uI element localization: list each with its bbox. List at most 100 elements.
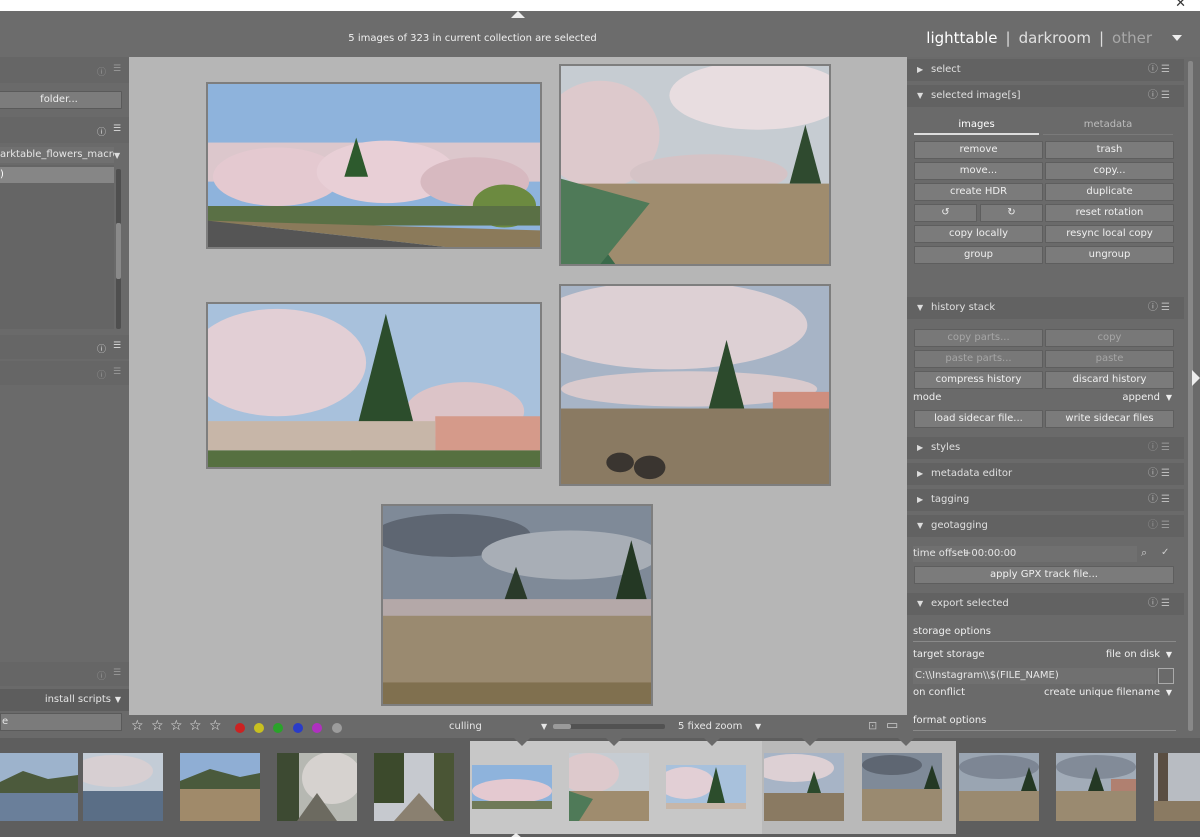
styles-module-header[interactable]: ▶ styles ⓘ ☰ — [907, 437, 1184, 459]
star-icon[interactable]: ☆ — [170, 718, 183, 734]
image-thumbnail[interactable] — [559, 284, 831, 486]
filmstrip-thumbnail[interactable] — [1056, 753, 1136, 821]
filmstrip-thumbnail[interactable] — [1154, 753, 1200, 821]
presets-icon[interactable]: ☰ — [113, 668, 121, 678]
display-profile-icon[interactable]: ▭ — [886, 718, 898, 733]
time-offset-field[interactable]: time offset +00:00:00 — [913, 546, 1137, 562]
filmstrip-thumbnail[interactable] — [472, 753, 552, 821]
paste-parts-button[interactable]: paste parts... — [914, 350, 1043, 368]
star-icon[interactable]: ☆ — [209, 718, 222, 734]
write-sidecar-button[interactable]: write sidecar files — [1045, 410, 1174, 428]
scrollbar-thumb[interactable] — [116, 223, 121, 279]
paste-button[interactable]: paste — [1045, 350, 1174, 368]
reset-icon[interactable]: ⓘ — [97, 342, 106, 355]
group-button[interactable]: group — [914, 246, 1043, 264]
collapse-filmstrip-icon[interactable] — [510, 833, 522, 837]
image-thumbnail[interactable] — [206, 302, 542, 469]
color-label-gray[interactable] — [332, 723, 342, 733]
duplicate-button[interactable]: duplicate — [1045, 183, 1174, 201]
filmstrip-thumbnail[interactable] — [180, 753, 260, 821]
chevron-down-icon[interactable]: ▼ — [114, 151, 120, 160]
export-module-header[interactable]: ▼ export selected ⓘ ☰ — [907, 593, 1184, 615]
filmstrip-thumbnail[interactable] — [959, 753, 1039, 821]
chevron-down-icon[interactable]: ▼ — [755, 722, 761, 731]
chevron-down-icon[interactable]: ▼ — [1166, 650, 1172, 659]
filmstrip-thumbnail[interactable] — [862, 753, 942, 821]
on-conflict-dropdown[interactable]: create unique filename — [1044, 687, 1160, 698]
search-icon[interactable]: ⌕ — [1141, 546, 1147, 560]
filmstrip-thumbnail[interactable] — [374, 753, 454, 821]
install-scripts-label[interactable]: install scripts — [45, 694, 111, 705]
reset-presets-icons[interactable]: ⓘ ☰ — [1148, 437, 1170, 459]
zoom-dropdown[interactable]: 5 fixed zoom — [678, 721, 742, 732]
history-stack-module-header[interactable]: ▼ history stack ⓘ ☰ — [907, 297, 1184, 319]
filmstrip-thumbnail[interactable] — [569, 753, 649, 821]
reset-icon[interactable]: ⓘ — [97, 65, 106, 78]
image-thumbnail[interactable] — [206, 82, 542, 249]
select-module-header[interactable]: ▶ select ⓘ ☰ — [907, 59, 1184, 81]
reset-icon[interactable]: ⓘ — [97, 368, 106, 381]
color-label-blue[interactable] — [293, 723, 303, 733]
reset-presets-icons[interactable]: ⓘ ☰ — [1148, 593, 1170, 615]
filmstrip-thumbnail[interactable] — [0, 753, 78, 821]
image-thumbnail[interactable] — [381, 504, 653, 706]
move-button[interactable]: move... — [914, 162, 1043, 180]
load-sidecar-button[interactable]: load sidecar file... — [914, 410, 1043, 428]
copy-button[interactable]: copy... — [1045, 162, 1174, 180]
filmstrip-thumbnail[interactable] — [764, 753, 844, 821]
presets-icon[interactable]: ☰ — [113, 367, 121, 377]
reset-presets-icons[interactable]: ⓘ ☰ — [1148, 489, 1170, 511]
color-label-yellow[interactable] — [254, 723, 264, 733]
scrollbar-thumb[interactable] — [1188, 61, 1193, 731]
view-darkroom[interactable]: darkroom — [1019, 29, 1091, 47]
script-input[interactable]: e — [0, 713, 122, 731]
chevron-down-icon[interactable]: ▼ — [541, 722, 547, 731]
star-icon[interactable]: ☆ — [151, 718, 164, 734]
selected-images-module-header[interactable]: ▼ selected image[s] ⓘ ☰ — [907, 85, 1184, 107]
apply-gpx-button[interactable]: apply GPX track file... — [914, 566, 1174, 584]
trash-button[interactable]: trash — [1045, 141, 1174, 159]
tagging-module-header[interactable]: ▶ tagging ⓘ ☰ — [907, 489, 1184, 511]
discard-history-button[interactable]: discard history — [1045, 371, 1174, 389]
presets-icon[interactable]: ☰ — [113, 64, 121, 74]
focus-peaking-icon[interactable]: ⊡ — [868, 719, 877, 732]
create-hdr-button[interactable]: create HDR — [914, 183, 1043, 201]
collapse-top-panel-icon[interactable] — [511, 11, 525, 18]
reset-presets-icons[interactable]: ⓘ ☰ — [1148, 297, 1170, 319]
metadata-editor-module-header[interactable]: ▶ metadata editor ⓘ ☰ — [907, 463, 1184, 485]
add-folder-button[interactable]: folder... — [0, 91, 122, 109]
filmstrip-thumbnail[interactable] — [83, 753, 163, 821]
geotagging-module-header[interactable]: ▼ geotagging ⓘ ☰ — [907, 515, 1184, 537]
reset-presets-icons[interactable]: ⓘ ☰ — [1148, 59, 1170, 81]
collection-path-field[interactable]: arktable_flowers_macros — [0, 147, 114, 163]
compress-history-button[interactable]: compress history — [914, 371, 1043, 389]
reset-presets-icons[interactable]: ⓘ ☰ — [1148, 515, 1170, 537]
color-label-red[interactable] — [235, 723, 245, 733]
rotate-cw-button[interactable]: ↻ — [980, 204, 1043, 222]
copy-locally-button[interactable]: copy locally — [914, 225, 1043, 243]
scrollbar[interactable] — [116, 169, 121, 329]
image-thumbnail[interactable] — [559, 64, 831, 266]
views-dropdown-icon[interactable] — [1172, 35, 1182, 41]
presets-icon[interactable]: ☰ — [113, 341, 121, 351]
reset-presets-icons[interactable]: ⓘ ☰ — [1148, 463, 1170, 485]
view-lighttable[interactable]: lighttable — [926, 29, 997, 47]
presets-icon[interactable]: ☰ — [113, 124, 121, 134]
collapse-right-panel-icon[interactable] — [1192, 370, 1200, 386]
chevron-down-icon[interactable]: ▼ — [115, 695, 121, 704]
rotate-ccw-button[interactable]: ↺ — [914, 204, 977, 222]
target-storage-dropdown[interactable]: file on disk — [1106, 649, 1160, 660]
star-icon[interactable]: ☆ — [131, 718, 144, 734]
layout-mode-dropdown[interactable]: culling — [449, 721, 482, 732]
view-other[interactable]: other — [1112, 29, 1152, 47]
filmstrip-thumbnail[interactable] — [666, 753, 746, 821]
history-copy-button[interactable]: copy — [1045, 329, 1174, 347]
tab-images[interactable]: images — [914, 115, 1039, 135]
reset-icon[interactable]: ⓘ — [97, 669, 106, 682]
list-item[interactable]: ) — [0, 167, 114, 183]
copy-parts-button[interactable]: copy parts... — [914, 329, 1043, 347]
star-icon[interactable]: ☆ — [189, 718, 202, 734]
reset-icon[interactable]: ⓘ — [97, 125, 106, 138]
filmstrip-thumbnail[interactable] — [277, 753, 357, 821]
chevron-down-icon[interactable]: ▼ — [1166, 688, 1172, 697]
